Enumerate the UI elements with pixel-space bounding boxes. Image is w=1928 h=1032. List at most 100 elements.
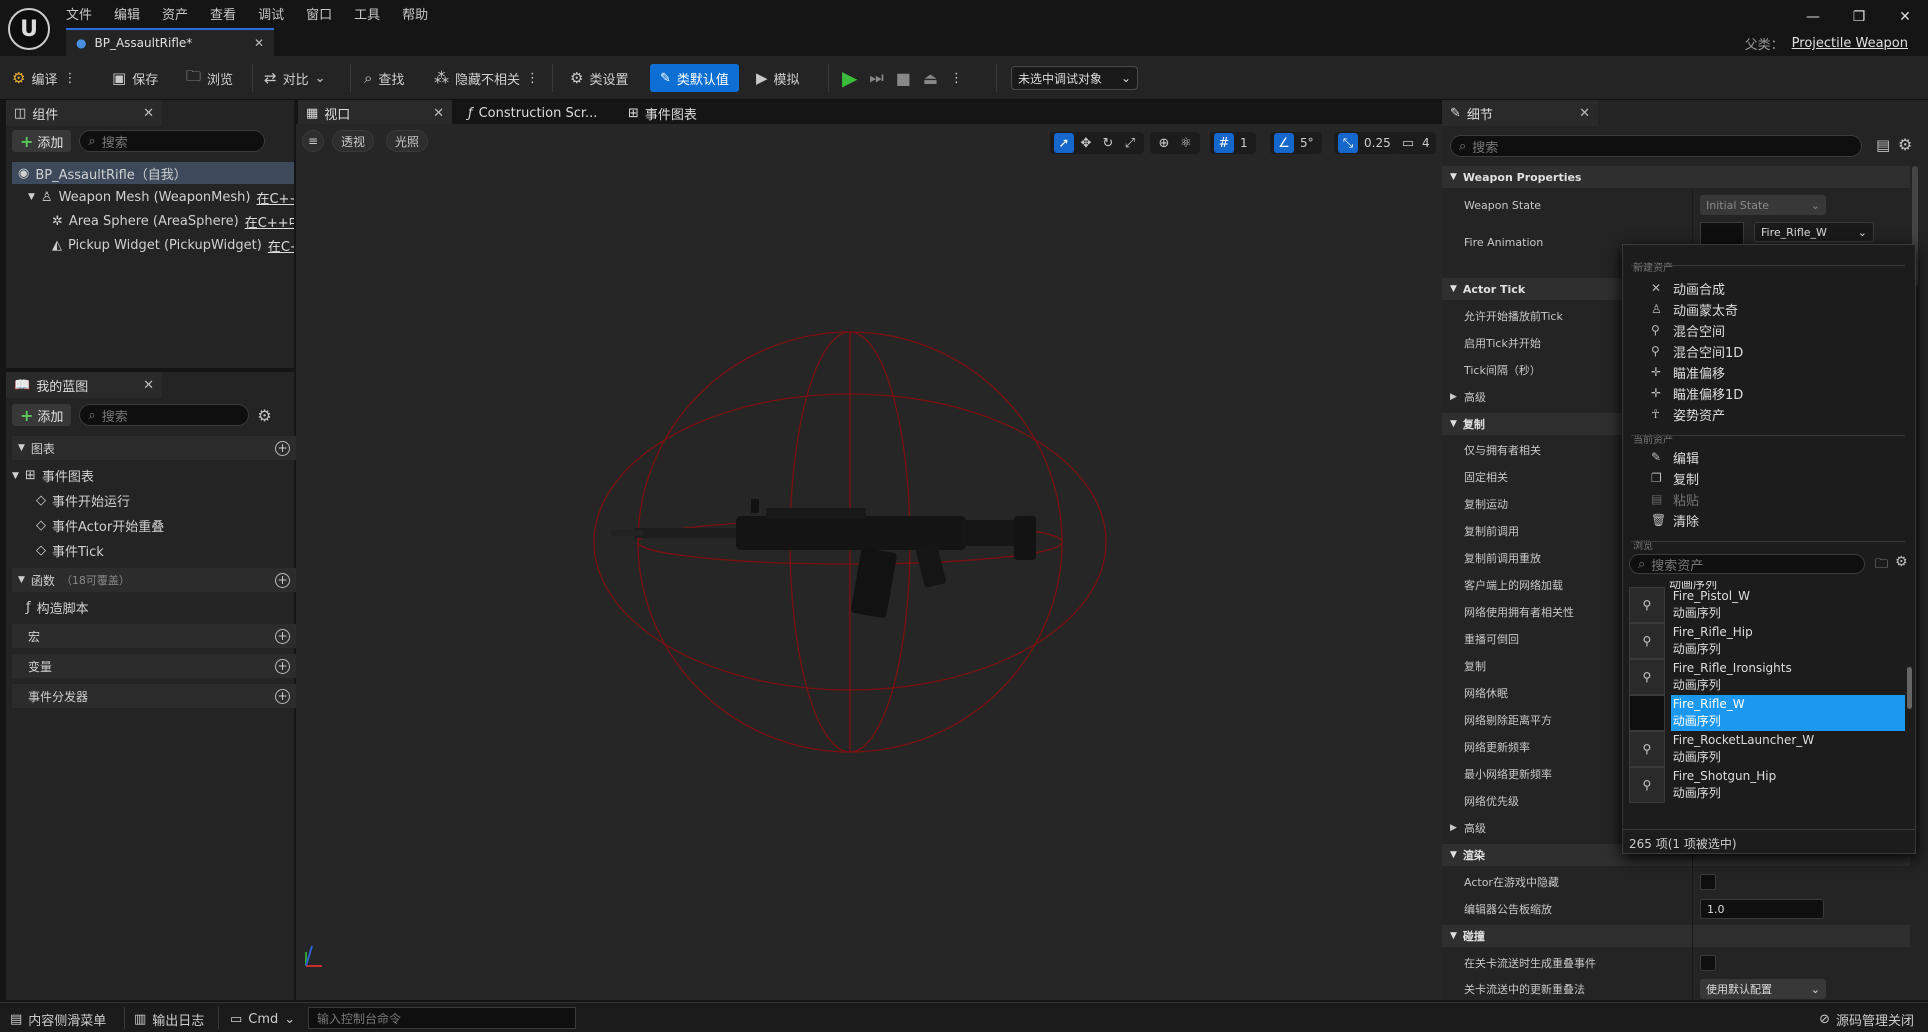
event-item[interactable]: ◇ 事件Tick: [36, 541, 104, 560]
menu-item-aim-offset-1d[interactable]: ✛ 瞄准偏移1D: [1651, 383, 1743, 403]
expand-arrow-icon[interactable]: ▼: [28, 192, 35, 202]
add-variable-icon[interactable]: +: [275, 658, 290, 674]
menu-item-pose-asset[interactable]: ☥ 姿势资产: [1651, 404, 1725, 424]
tab-viewport[interactable]: ▦ 视口 ✕: [298, 100, 452, 126]
asset-item[interactable]: ⚲ Fire_RocketLauncher_W 动画序列: [1629, 731, 1905, 767]
component-item[interactable]: ▼ ♙ Weapon Mesh (WeaponMesh) 在C++中: [28, 186, 294, 208]
close-icon[interactable]: ✕: [433, 106, 444, 121]
close-icon[interactable]: ✕: [1579, 106, 1590, 121]
construction-script-item[interactable]: ƒ 构造脚本: [26, 598, 89, 617]
add-macro-icon[interactable]: +: [275, 628, 290, 644]
hidden-in-game-checkbox[interactable]: [1700, 874, 1716, 890]
asset-item[interactable]: ⚲ Fire_Rifle_Hip 动画序列: [1629, 623, 1905, 659]
source-control-button[interactable]: ⊘ 源码管理关闭: [1819, 1009, 1914, 1029]
find-button[interactable]: ⌕ 查找: [364, 64, 404, 92]
folder-icon[interactable]: 🗀: [1875, 555, 1888, 577]
asset-list-scrollbar[interactable]: [1907, 667, 1912, 709]
class-settings-button[interactable]: ⚙ 类设置: [570, 64, 628, 92]
menu-item-copy[interactable]: ❐ 复制: [1651, 468, 1699, 488]
menu-help[interactable]: 帮助: [402, 4, 428, 23]
close-icon[interactable]: ✕: [143, 106, 154, 121]
component-root[interactable]: ◉ BP_AssaultRifle（自我）: [12, 162, 294, 184]
event-item[interactable]: ◇ 事件Actor开始重叠: [36, 516, 164, 535]
category-collision[interactable]: ▼ 碰撞: [1442, 925, 1910, 947]
asset-item[interactable]: ⚲ Fire_Shotgun_Hip 动画序列: [1629, 767, 1905, 803]
graphs-section[interactable]: ▼ 图表 +: [12, 436, 298, 460]
category-weapon-properties[interactable]: ▼ Weapon Properties: [1442, 166, 1910, 188]
close-icon[interactable]: ✕: [143, 378, 154, 393]
parent-class-link[interactable]: Projectile Weapon: [1792, 36, 1908, 51]
fire-animation-dropdown[interactable]: Fire_Rifle_W ⌄: [1754, 222, 1874, 242]
add-component-button[interactable]: + 添加: [12, 130, 72, 152]
more-options-icon[interactable]: ⋮: [63, 71, 76, 86]
menu-window[interactable]: 窗口: [306, 4, 332, 23]
menu-file[interactable]: 文件: [66, 4, 92, 23]
diff-button[interactable]: ⇄ 对比 ⌄: [264, 64, 326, 92]
tab-event-graph[interactable]: ⊞ 事件图表: [620, 100, 730, 126]
gear-icon[interactable]: ⚙: [1895, 554, 1908, 570]
event-graph-item[interactable]: ▼ ⊞ 事件图表: [12, 466, 94, 485]
close-tab-icon[interactable]: ✕: [254, 36, 264, 50]
gear-icon[interactable]: ⚙: [257, 406, 271, 425]
class-defaults-button[interactable]: ✎ 类默认值: [650, 64, 739, 92]
menu-item-edit[interactable]: ✎ 编辑: [1651, 447, 1699, 467]
menu-item-blend-space-1d[interactable]: ⚲ 混合空间1D: [1651, 341, 1743, 361]
viewport[interactable]: ≡ 透视 光照 ➚ ✥ ↻ ⤢ ⊕ ⚛ # 1 ∠ 5° ⤡ 0.25 ▭ 4: [296, 124, 1442, 1000]
macros-section[interactable]: 宏 +: [12, 624, 298, 648]
browse-button[interactable]: 🗀 浏览: [186, 64, 233, 92]
add-dispatcher-icon[interactable]: +: [275, 688, 290, 704]
asset-item[interactable]: ⚲ Fire_Pistol_W 动画序列: [1629, 587, 1905, 623]
dispatchers-section[interactable]: 事件分发器 +: [12, 684, 298, 708]
asset-item-selected[interactable]: Fire_Rifle_W 动画序列: [1629, 695, 1905, 731]
blueprint-search-input[interactable]: ⌕ 搜索: [79, 404, 250, 426]
menu-item-anim-composite[interactable]: ✕ 动画合成: [1651, 278, 1725, 298]
more-options-icon[interactable]: ⋮: [526, 71, 539, 86]
functions-section[interactable]: ▼ 函数 （18可覆盖） +: [12, 568, 298, 592]
cpp-link[interactable]: 在C++中: [256, 188, 294, 207]
variables-section[interactable]: 变量 +: [12, 654, 298, 678]
debug-object-dropdown[interactable]: 未选中调试对象 ⌄: [1011, 66, 1138, 90]
menu-debug[interactable]: 调试: [258, 4, 284, 23]
component-search-input[interactable]: ⌕ 搜索: [79, 130, 266, 152]
minimize-button[interactable]: —: [1790, 9, 1836, 25]
event-item[interactable]: ◇ 事件开始运行: [36, 491, 130, 510]
cmd-dropdown[interactable]: ▭ Cmd ⌄: [230, 1009, 295, 1029]
menu-item-paste[interactable]: ▤ 粘贴: [1651, 489, 1699, 509]
restore-button[interactable]: ❐: [1836, 9, 1882, 25]
more-options-icon[interactable]: ⋮: [950, 71, 963, 86]
hide-unrelated-button[interactable]: ⁂ 隐藏不相关 ⋮: [434, 64, 539, 92]
tab-details[interactable]: ✎ 细节 ✕: [1442, 100, 1598, 126]
play-icon[interactable]: ▶: [842, 66, 857, 90]
menu-edit[interactable]: 编辑: [114, 4, 140, 23]
menu-tools[interactable]: 工具: [354, 4, 380, 23]
cpp-link[interactable]: 在C++中: [268, 236, 294, 255]
close-window-button[interactable]: ✕: [1882, 9, 1928, 25]
tab-components[interactable]: ◫ 组件 ✕: [6, 100, 162, 126]
save-button[interactable]: ▣ 保存: [112, 64, 158, 92]
add-function-icon[interactable]: +: [275, 572, 290, 588]
details-search-input[interactable]: ⌕ 搜索: [1450, 135, 1862, 157]
eject-icon[interactable]: ⏏: [923, 69, 938, 88]
update-overlaps-dropdown[interactable]: 使用默认配置 ⌄: [1700, 979, 1826, 999]
asset-search-input[interactable]: ⌕ 搜索资产: [1629, 554, 1865, 574]
tab-construction-script[interactable]: ƒ Construction Scr...: [460, 100, 610, 126]
menu-asset[interactable]: 资产: [162, 4, 188, 23]
menu-item-aim-offset[interactable]: ✛ 瞄准偏移: [1651, 362, 1725, 382]
cpp-link[interactable]: 在C++中编: [245, 212, 294, 231]
step-icon[interactable]: ⏭: [869, 68, 883, 88]
overlap-events-checkbox[interactable]: [1700, 955, 1716, 971]
menu-item-clear[interactable]: 🗑 清除: [1651, 510, 1699, 530]
add-graph-icon[interactable]: +: [275, 440, 290, 456]
menu-view[interactable]: 查看: [210, 4, 236, 23]
menu-item-blend-space[interactable]: ⚲ 混合空间: [1651, 320, 1725, 340]
content-drawer-button[interactable]: ▤ 内容侧滑菜单: [10, 1009, 106, 1029]
asset-item[interactable]: ⚲ Fire_Rifle_Ironsights 动画序列: [1629, 659, 1905, 695]
gear-icon[interactable]: ⚙: [1898, 135, 1912, 154]
add-member-button[interactable]: + 添加: [12, 404, 72, 426]
console-input[interactable]: 输入控制台命令: [308, 1007, 576, 1029]
component-item[interactable]: ◭ Pickup Widget (PickupWidget) 在C++中: [52, 234, 294, 256]
document-tab[interactable]: ● BP_AssaultRifle* ✕: [66, 28, 274, 56]
component-item[interactable]: ✲ Area Sphere (AreaSphere) 在C++中编: [52, 210, 294, 232]
stop-icon[interactable]: ■: [896, 69, 911, 88]
tab-my-blueprint[interactable]: 📖 我的蓝图 ✕: [6, 372, 162, 398]
